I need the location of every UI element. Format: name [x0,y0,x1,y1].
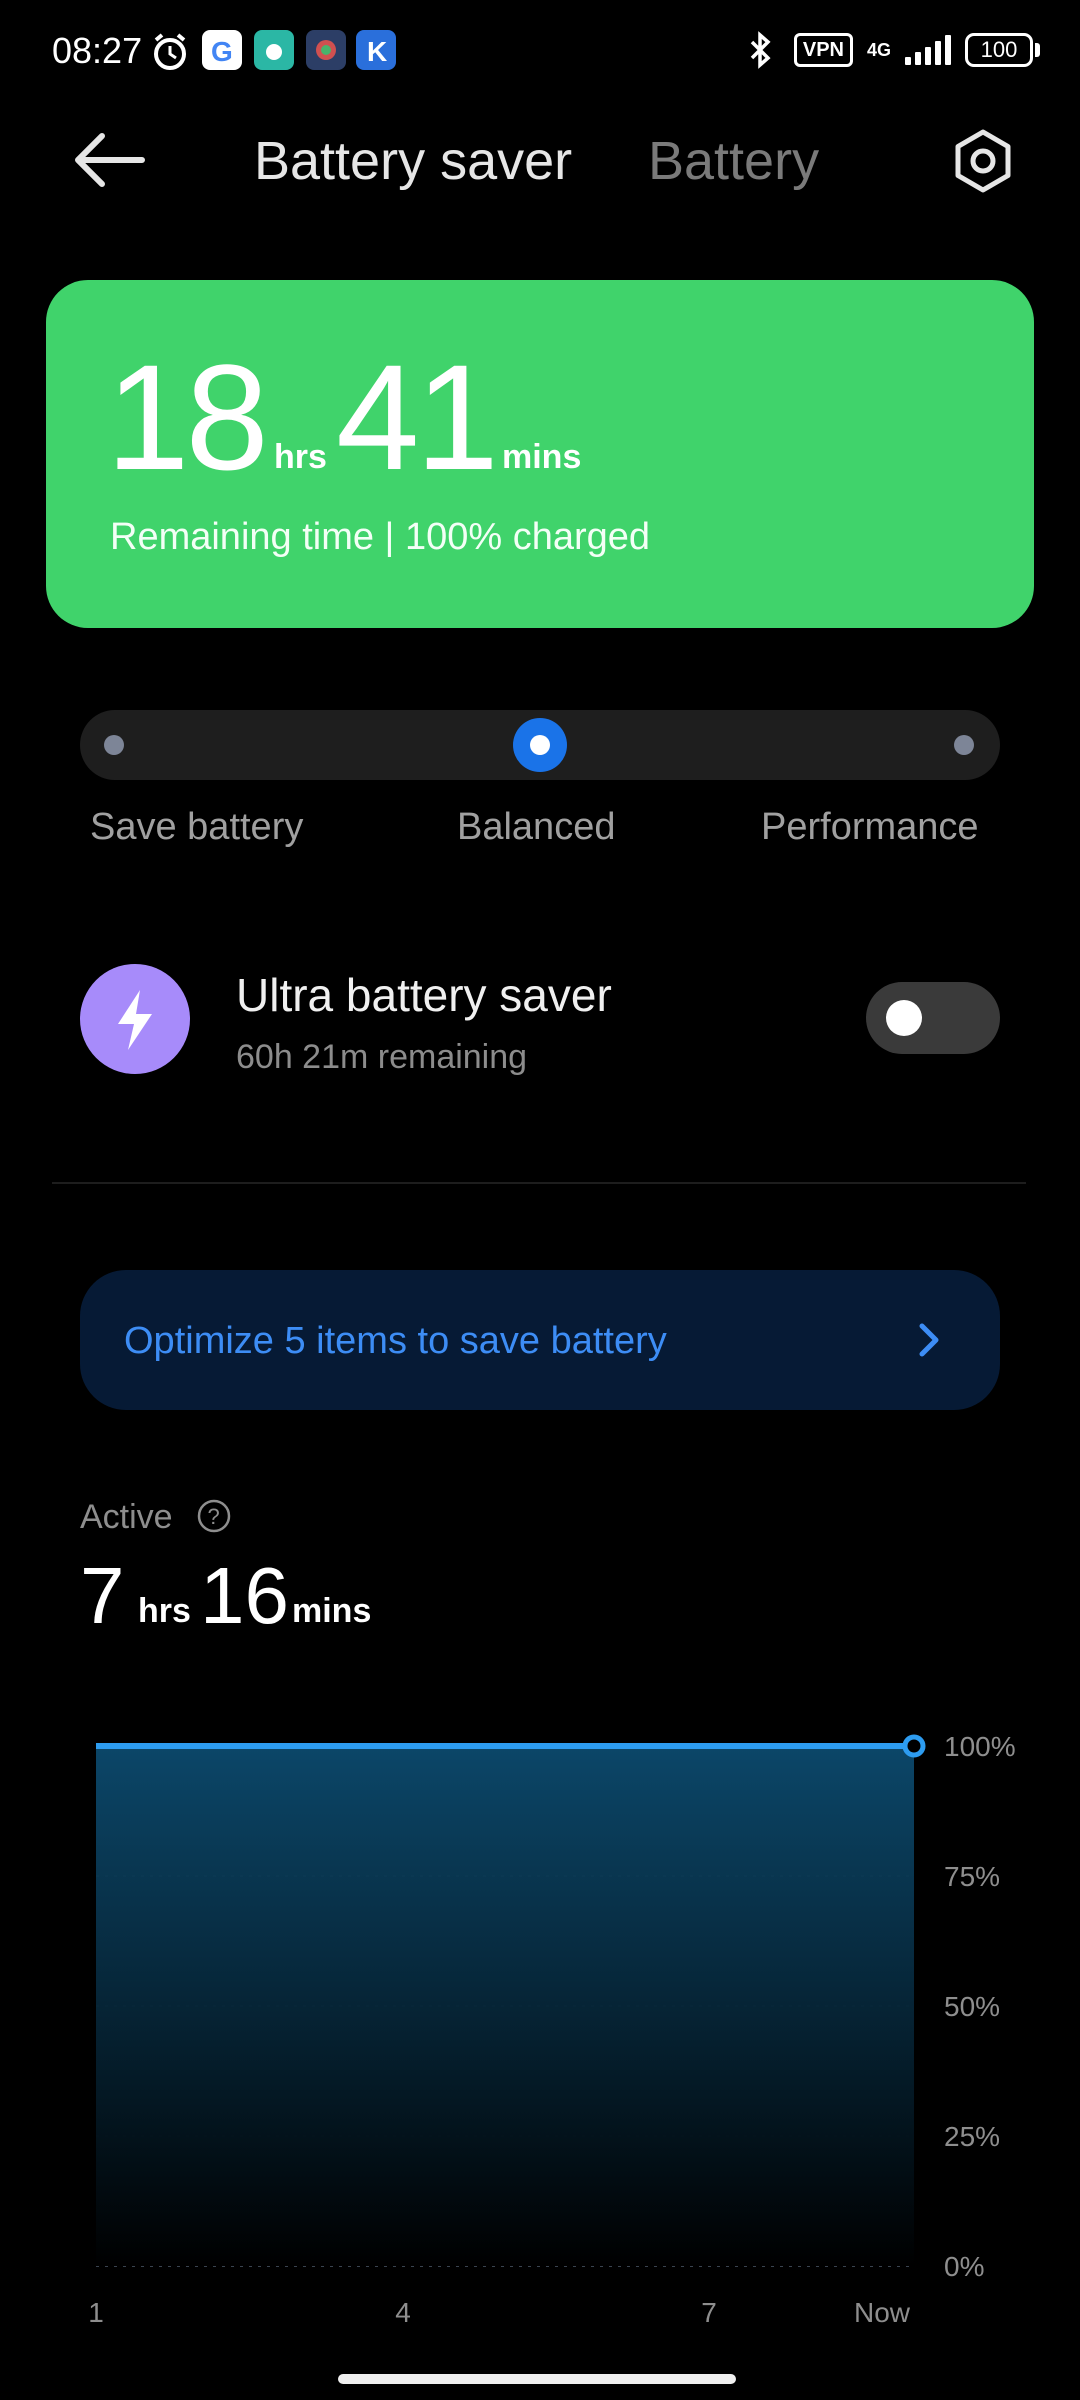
x-tick-label: Now [854,2297,911,2328]
battery-now-point [902,1734,926,1758]
active-label: Active [80,1498,173,1536]
remaining-minutes-unit: mins [502,438,582,476]
battery-icon: 100 [965,33,1040,67]
status-right: VPN 4G 100 [740,30,1040,70]
x-tick-label: 1 [88,2297,104,2328]
battery-level-chart: 100% 75% 50% 25% 0% 1 4 7 Now [88,1731,1016,2328]
help-icon[interactable]: ? [196,1498,232,1534]
y-tick-label: 0% [944,2251,984,2282]
mode-label-performance[interactable]: Performance [761,806,979,849]
active-hours: 7 [80,1551,125,1640]
mode-label-save-battery[interactable]: Save battery [90,806,303,849]
active-hours-unit: hrs [138,1592,191,1630]
divider [52,1182,1026,1184]
app-icon-2 [306,30,346,70]
back-button[interactable] [70,128,150,192]
svg-text:K: K [367,36,387,67]
bluetooth-icon [750,31,771,69]
y-tick-label: 50% [944,1991,1000,2022]
ultra-saver-subtitle: 60h 21m remaining [236,1038,528,1076]
ultra-saver-title: Ultra battery saver [236,969,612,1021]
mode-dot-save-battery[interactable] [104,735,124,755]
x-tick-label: 7 [701,2297,717,2328]
svg-text:G: G [211,36,233,67]
x-tick-label: 4 [395,2297,411,2328]
tab-battery[interactable]: Battery [648,130,819,192]
status-time: 08:27 [52,30,143,71]
app-icon-3: K [356,30,396,70]
battery-level: 100 [965,33,1033,67]
remaining-time-subtitle: Remaining time | 100% charged [110,516,651,558]
mode-dot-balanced[interactable] [513,718,567,772]
settings-gear-icon[interactable] [948,126,1018,196]
ultra-saver-toggle[interactable] [866,982,1000,1054]
y-tick-label: 100% [944,1731,1016,1762]
y-tick-label: 25% [944,2121,1000,2152]
remaining-minutes: 41 [336,333,499,501]
optimize-label[interactable]: Optimize 5 items to save battery [124,1320,667,1363]
battery-area [96,1746,914,2266]
remaining-hours-unit: hrs [274,438,327,476]
remaining-hours: 18 [106,333,269,501]
tab-battery-saver[interactable]: Battery saver [254,130,572,192]
google-icon: G [202,30,242,70]
alarm-icon [154,33,186,70]
active-minutes-unit: mins [292,1592,372,1630]
vpn-badge: VPN [793,33,853,67]
network-type: 4G [866,40,891,60]
mode-label-balanced[interactable]: Balanced [457,806,615,849]
signal-icon [905,35,951,65]
svg-text:?: ? [208,1504,220,1529]
app-icon-1 [254,30,294,70]
y-tick-label: 75% [944,1861,1000,1892]
chevron-right-icon[interactable] [910,1318,950,1362]
lightning-icon [80,964,190,1074]
active-minutes: 16 [200,1551,289,1640]
mode-dot-performance[interactable] [954,735,974,755]
home-indicator[interactable] [338,2374,736,2384]
